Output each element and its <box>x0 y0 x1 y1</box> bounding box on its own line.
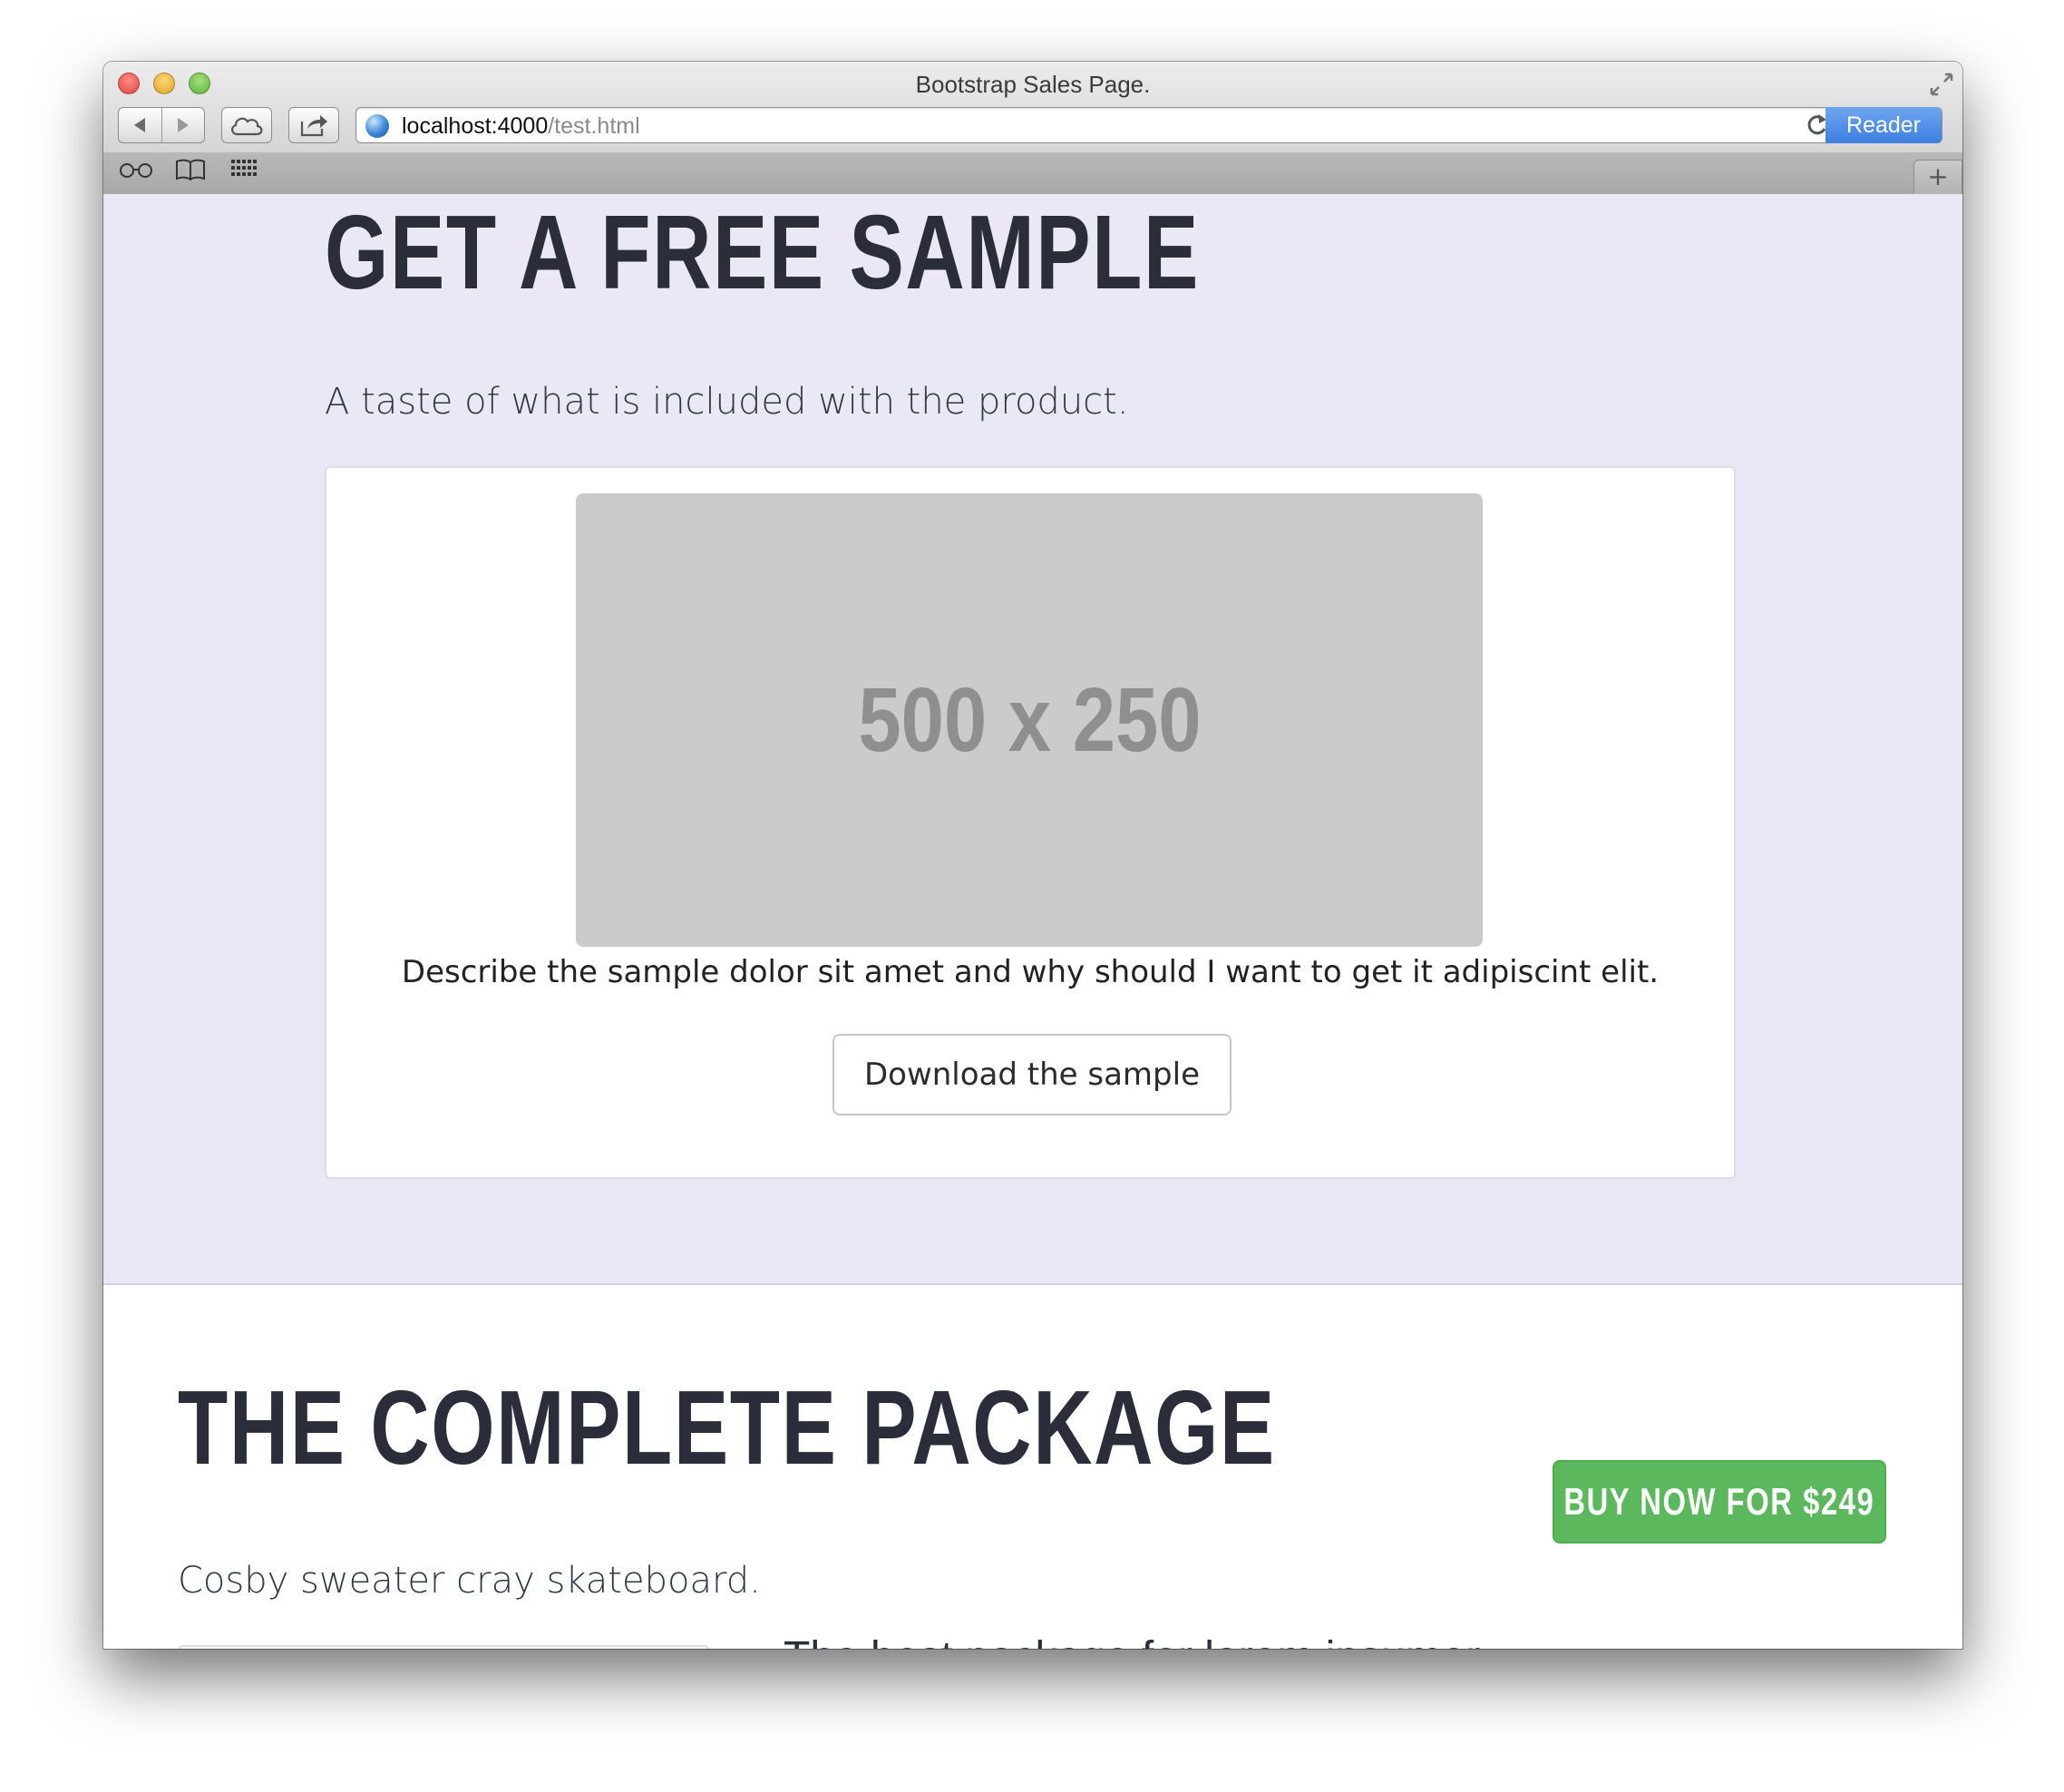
address-bar[interactable]: localhost:4000/test.html Reader <box>355 107 1942 143</box>
page-viewport: GET A FREE SAMPLE A taste of what is inc… <box>103 194 1962 1649</box>
url-path: /test.html <box>548 113 640 139</box>
placeholder-label: 500 x 250 <box>857 668 1202 771</box>
sample-description: Describe the sample dolor sit amet and w… <box>401 954 1660 990</box>
package-heading: The best package for lorem ipsumer <box>784 1632 1480 1649</box>
package-section-title: THE COMPLETE PACKAGE <box>178 1368 1276 1486</box>
top-sites-icon[interactable] <box>230 158 259 185</box>
window-title: Bootstrap Sales Page. <box>915 71 1151 98</box>
icloud-tabs-button[interactable] <box>221 107 272 143</box>
url-host: localhost:4000 <box>402 113 549 139</box>
share-icon <box>300 115 327 137</box>
reader-button[interactable]: Reader <box>1825 107 1942 143</box>
url-text[interactable]: localhost:4000/test.html <box>402 113 640 140</box>
browser-toolbar: Bootstrap Sales Page. localhost:4000/tes… <box>103 62 1962 152</box>
bookmarks-bar: + <box>103 152 1962 195</box>
reading-list-icon[interactable] <box>118 158 154 185</box>
forward-arrow-icon <box>177 118 189 132</box>
fullscreen-icon[interactable] <box>1928 71 1955 98</box>
globe-icon <box>365 114 389 138</box>
back-button[interactable] <box>119 108 161 142</box>
sample-section-title: GET A FREE SAMPLE <box>325 194 1200 311</box>
buy-now-label: BUY NOW FOR $249 <box>1563 1480 1875 1523</box>
package-image <box>178 1645 709 1649</box>
back-forward-buttons <box>118 107 205 143</box>
back-arrow-icon <box>134 118 146 132</box>
free-sample-section: GET A FREE SAMPLE A taste of what is inc… <box>103 194 1962 1285</box>
share-button[interactable] <box>288 107 339 143</box>
sample-placeholder-image: 500 x 250 <box>576 493 1483 947</box>
bookmarks-icon[interactable] <box>174 158 207 187</box>
cloud-icon <box>231 117 263 136</box>
browser-window: Bootstrap Sales Page. localhost:4000/tes… <box>103 62 1962 1649</box>
new-tab-button[interactable]: + <box>1913 160 1962 194</box>
download-sample-button[interactable]: Download the sample <box>832 1034 1232 1115</box>
buy-now-button[interactable]: BUY NOW FOR $249 <box>1553 1460 1886 1544</box>
sample-panel: 500 x 250 Describe the sample dolor sit … <box>325 466 1736 1179</box>
package-section-subtitle: Cosby sweater cray skateboard. <box>178 1560 761 1602</box>
sample-section-subtitle: A taste of what is included with the pro… <box>325 381 1129 423</box>
forward-button[interactable] <box>161 108 204 142</box>
